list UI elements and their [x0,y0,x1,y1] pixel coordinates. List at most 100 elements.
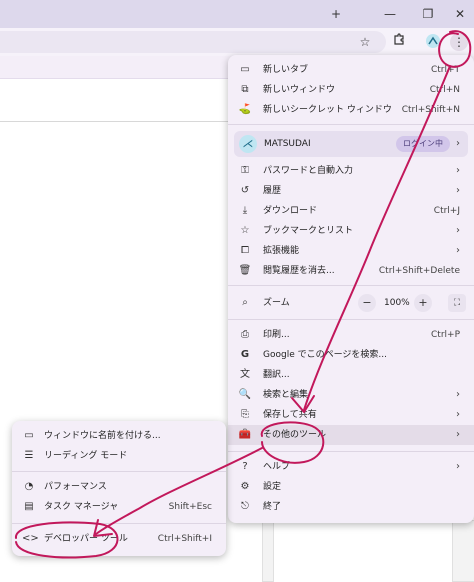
translate-icon: 文 [240,369,250,380]
menu-label: パフォーマンス [44,482,107,492]
key-icon: ⚿ [241,165,249,176]
chevron-right-icon: › [456,165,460,176]
menu-shortcut: Ctrl+Shift+Delete [378,266,460,276]
menu-item-settings[interactable]: ⚙ 設定 [228,477,474,497]
menu-label: ダウンロード [263,206,318,216]
menu-separator [12,471,226,472]
menu-label: 拡張機能 [263,246,300,256]
zoom-out-button[interactable]: − [358,294,376,312]
chevron-right-icon: › [456,138,460,149]
menu-kebab-icon[interactable]: ⋮ [450,33,468,51]
submenu-item-reading-mode[interactable]: ☰ リーディング モード [12,446,226,466]
menu-item-print[interactable]: ⎙ 印刷... Ctrl+P [228,325,474,345]
menu-label: ブックマークとリスト [263,226,354,236]
menu-label: 保存して共有 [263,410,317,420]
menu-item-passwords[interactable]: ⚿ パスワードと自動入力 › [228,161,474,181]
menu-label: Google でこのページを検索... [263,350,388,360]
submenu-item-task-manager[interactable]: ▤ タスク マネージャ Shift+Esc [12,497,226,517]
menu-label: デベロッパー ツール [44,534,128,544]
menu-item-history[interactable]: ↺ 履歴 › [228,181,474,201]
menu-label: 翻訳... [263,370,290,380]
window-icon: ▭ [24,430,34,441]
submenu-item-name-window[interactable]: ▭ ウィンドウに名前を付ける... [12,426,226,446]
menu-label: 新しいタブ [263,65,309,75]
star-icon: ☆ [240,225,250,236]
menu-label: 新しいウィンドウ [263,85,336,95]
menu-item-help[interactable]: ? ヘルプ › [228,457,474,477]
menu-label: ウィンドウに名前を付ける... [44,431,161,441]
star-icon[interactable]: ☆ [356,33,374,51]
menu-shortcut: Ctrl+Shift+N [401,105,460,115]
menu-item-clear-data[interactable]: 🗑 閲覧履歴を消去... Ctrl+Shift+Delete [228,261,474,281]
minimize-button[interactable]: — [382,6,398,22]
menu-item-translate[interactable]: 文 翻訳... [228,365,474,385]
chevron-right-icon: › [456,245,460,256]
zoom-value: 100% [384,298,410,308]
title-bar: + — ❐ ✕ [0,0,474,28]
menu-item-zoom: ⌕ ズーム − 100% + ⛶ [228,293,474,313]
menu-item-downloads[interactable]: ⤓ ダウンロード Ctrl+J [228,201,474,221]
performance-icon: ◔ [24,481,34,492]
avatar: ⋌ [239,135,257,153]
submenu-item-performance[interactable]: ◔ パフォーマンス [12,477,226,497]
new-tab-button[interactable]: + [328,6,344,22]
zoom-in-button[interactable]: + [414,294,432,312]
menu-label: タスク マネージャ [44,502,119,512]
menu-item-google-search[interactable]: G Google でこのページを検索... [228,345,474,365]
menu-label: 終了 [263,502,282,512]
menu-separator [228,451,474,452]
menu-item-more-tools[interactable]: 🧰 その他のツール › [228,425,474,445]
menu-shortcut: Ctrl+Shift+I [157,534,212,544]
toolbox-icon: 🧰 [238,429,252,440]
menu-shortcut: Ctrl+P [431,330,460,340]
menu-label: 新しいシークレット ウィンドウ [263,105,392,115]
menu-item-new-window[interactable]: ⧉ 新しいウィンドウ Ctrl+N [228,80,474,100]
menu-item-incognito[interactable]: ⛳ 新しいシークレット ウィンドウ Ctrl+Shift+N [228,100,474,120]
menu-label: 検索と編集 [263,390,309,400]
menu-shortcut: Ctrl+N [429,85,460,95]
close-button[interactable]: ✕ [452,6,468,22]
gear-icon: ⚙ [240,481,250,492]
exit-icon: ⎋ [241,501,249,512]
extensions-icon: ⧠ [241,245,249,256]
trash-icon: 🗑 [238,265,252,276]
menu-item-exit[interactable]: ⎋ 終了 [228,497,474,517]
new-tab-icon: ▭ [240,64,250,75]
fullscreen-icon[interactable]: ⛶ [448,294,466,312]
menu-item-find-edit[interactable]: 🔍 検索と編集 › [228,385,474,405]
help-icon: ? [242,461,248,472]
chevron-right-icon: › [456,185,460,196]
chevron-right-icon: › [456,389,460,400]
menu-item-bookmarks[interactable]: ☆ ブックマークとリスト › [228,221,474,241]
menu-separator [228,124,474,125]
history-icon: ↺ [240,185,250,196]
reading-mode-icon: ☰ [24,450,34,461]
menu-separator [12,523,226,524]
profile-row[interactable]: ⋌ MATSUDAI ログイン中 › [234,131,468,157]
chevron-right-icon: › [456,409,460,420]
signin-status-badge: ログイン中 [396,136,450,152]
menu-label: パスワードと自動入力 [263,166,354,176]
menu-item-new-tab[interactable]: ▭ 新しいタブ Ctrl+T [228,60,474,80]
chevron-right-icon: › [456,429,460,440]
menu-label: 履歴 [263,186,282,196]
menu-label: ズーム [263,298,290,308]
chevron-right-icon: › [456,461,460,472]
menu-shortcut: Shift+Esc [168,502,212,512]
page-divider [0,121,230,122]
chrome-main-menu: ▭ 新しいタブ Ctrl+T ⧉ 新しいウィンドウ Ctrl+N ⛳ 新しいシー… [228,55,474,523]
menu-separator [228,285,474,286]
more-tools-submenu: ▭ ウィンドウに名前を付ける... ☰ リーディング モード ◔ パフォーマンス… [12,421,226,556]
google-icon: G [240,349,250,360]
restore-button[interactable]: ❐ [420,6,436,22]
menu-shortcut: Ctrl+T [430,65,460,75]
print-icon: ⎙ [241,329,249,340]
menu-shortcut: Ctrl+J [433,206,460,216]
submenu-item-devtools[interactable]: <> デベロッパー ツール Ctrl+Shift+I [12,529,226,549]
address-bar[interactable] [0,31,386,53]
chevron-right-icon: › [456,225,460,236]
profile-icon[interactable] [424,33,442,51]
menu-item-save-share[interactable]: ⎘ 保存して共有 › [228,405,474,425]
menu-item-extensions[interactable]: ⧠ 拡張機能 › [228,241,474,261]
extensions-icon[interactable] [390,33,408,51]
